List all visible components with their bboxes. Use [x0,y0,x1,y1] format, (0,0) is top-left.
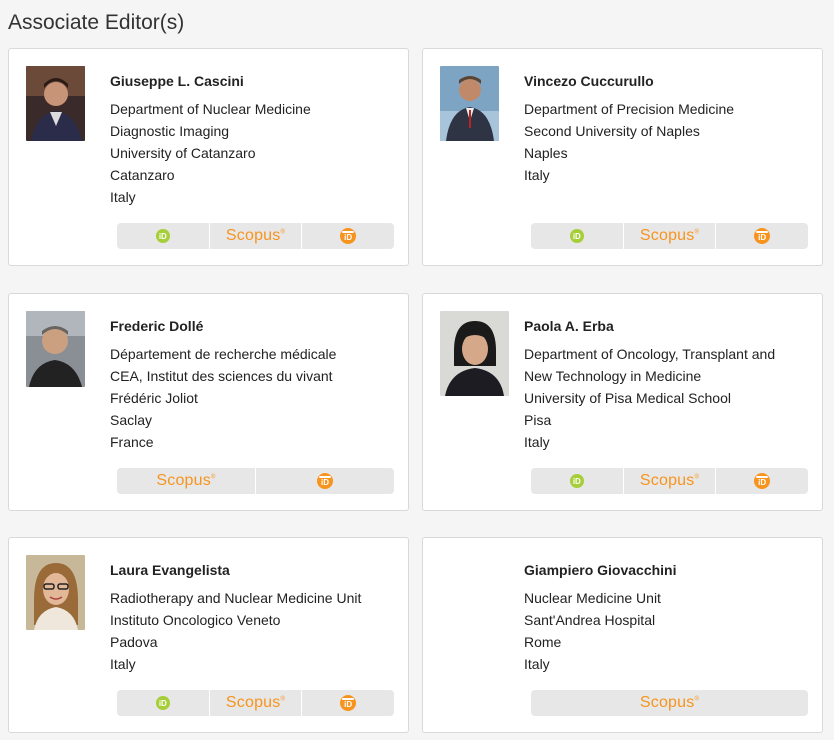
affiliation-line: Second University of Naples [524,123,700,139]
profile-links-bar: iD Scopus® iD [531,223,808,249]
profile-links-bar: Scopus® iD [117,468,394,494]
orcid-link[interactable]: iD [531,468,624,494]
editor-name: Laura Evangelista [110,562,230,578]
publons-link[interactable]: iD [256,468,394,494]
editor-info: Giampiero Giovacchini Nuclear Medicine U… [524,562,814,675]
affiliation-line: Department of Precision Medicine [524,101,735,117]
editor-photo [26,555,85,630]
affiliation-line: Instituto Oncologico Veneto [110,612,281,628]
editor-photo [26,66,85,141]
affiliation-line: Diagnostic Imaging [110,123,230,139]
scopus-link[interactable]: Scopus® [210,223,303,249]
profile-links-bar: Scopus® [531,690,808,716]
publons-link[interactable]: iD [716,468,808,494]
editor-card: Giuseppe L. Cascini Department of Nuclea… [8,48,409,266]
editor-card: Giampiero Giovacchini Nuclear Medicine U… [422,537,823,733]
affiliation-line: University of Pisa Medical School [524,390,731,406]
publons-link[interactable]: iD [716,223,808,249]
scopus-logo: Scopus® [225,227,286,244]
orcid-icon: iD [569,474,584,488]
publons-link[interactable]: iD [302,690,394,716]
orcid-icon: iD [155,229,170,243]
affiliation-line: CEA, Institut des sciences du vivant [110,368,333,384]
profile-links-bar: iD Scopus® iD [117,223,394,249]
publons-icon: iD [754,228,771,244]
affiliation-line: Naples [524,145,568,161]
affiliation-line: Italy [524,656,550,672]
publons-icon: iD [754,473,771,489]
affiliation-line: Italy [110,189,136,205]
affiliation-line: Catanzaro [110,167,175,183]
affiliation-line: Département de recherche médicale [110,346,337,362]
profile-links-bar: iD Scopus® iD [117,690,394,716]
orcid-icon: iD [569,229,584,243]
affiliation-line: France [110,434,154,450]
affiliation-line: Department of Oncology, Transplant and [524,346,776,362]
publons-link[interactable]: iD [302,223,394,249]
orcid-link[interactable]: iD [117,223,210,249]
editor-photo [440,311,509,396]
affiliation-line: Saclay [110,412,153,428]
affiliation-line: Italy [524,167,550,183]
editor-name: Giampiero Giovacchini [524,562,677,578]
scopus-link[interactable]: Scopus® [117,468,256,494]
publons-icon: iD [340,695,357,711]
profile-links-bar: iD Scopus® iD [531,468,808,494]
affiliation-line: Radiotherapy and Nuclear Medicine Unit [110,590,362,606]
editor-photo [26,311,85,387]
scopus-logo: Scopus® [156,472,216,489]
publons-icon: iD [340,228,357,244]
editor-info: Laura Evangelista Radiotherapy and Nucle… [110,562,400,675]
affiliation-line: Italy [110,656,136,672]
scopus-link[interactable]: Scopus® [624,468,717,494]
scopus-logo: Scopus® [639,472,700,489]
scopus-link[interactable]: Scopus® [624,223,717,249]
editor-card: Laura Evangelista Radiotherapy and Nucle… [8,537,409,733]
affiliation-line: Department of Nuclear Medicine [110,101,311,117]
editor-info: Frederic Dollé Département de recherche … [110,318,400,453]
editor-card: Vincezo Cuccurullo Department of Precisi… [422,48,823,266]
affiliation-line: Frédéric Joliot [110,390,198,406]
affiliation-line: Pisa [524,412,552,428]
scopus-logo: Scopus® [225,694,286,711]
publons-icon: iD [317,473,333,489]
editor-name: Giuseppe L. Cascini [110,73,244,89]
editors-grid: Giuseppe L. Cascini Department of Nuclea… [0,0,834,740]
affiliation-line: New Technology in Medicine [524,368,702,384]
editor-card: Frederic Dollé Département de recherche … [8,293,409,511]
editor-info: Paola A. Erba Department of Oncology, Tr… [524,318,814,453]
editor-card: Paola A. Erba Department of Oncology, Tr… [422,293,823,511]
orcid-link[interactable]: iD [117,690,210,716]
orcid-icon: iD [155,696,170,710]
editor-name: Vincezo Cuccurullo [524,73,654,89]
scopus-logo: Scopus® [639,227,700,244]
editor-name: Frederic Dollé [110,318,204,334]
editor-info: Vincezo Cuccurullo Department of Precisi… [524,73,814,186]
affiliation-line: Sant'Andrea Hospital [524,612,656,628]
affiliation-line: Nuclear Medicine Unit [524,590,661,606]
editor-name: Paola A. Erba [524,318,614,334]
affiliation-line: University of Catanzaro [110,145,256,161]
orcid-link[interactable]: iD [531,223,624,249]
affiliation-line: Padova [110,634,158,650]
scopus-link[interactable]: Scopus® [531,690,808,716]
affiliation-line: Rome [524,634,562,650]
scopus-logo: Scopus® [639,694,700,711]
editor-info: Giuseppe L. Cascini Department of Nuclea… [110,73,400,208]
scopus-link[interactable]: Scopus® [210,690,303,716]
affiliation-line: Italy [524,434,550,450]
editor-photo [440,66,499,141]
